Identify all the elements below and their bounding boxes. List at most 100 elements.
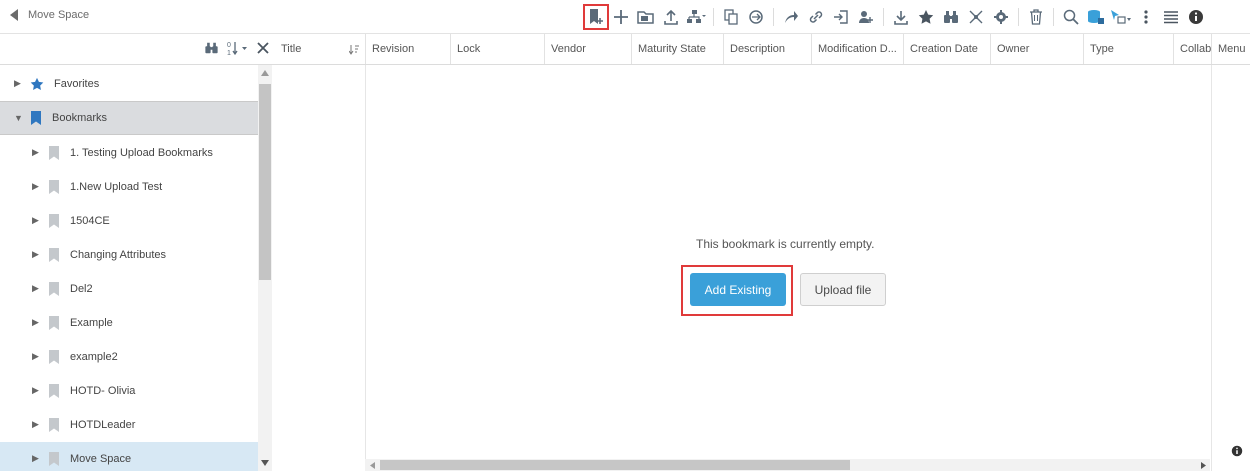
- tree-item-label: 1. Testing Upload Bookmarks: [70, 146, 213, 159]
- tools-button[interactable]: [965, 6, 987, 28]
- settings-button[interactable]: [990, 6, 1012, 28]
- column-description[interactable]: Description: [723, 34, 811, 64]
- share-icon: [785, 11, 798, 23]
- column-modification-date[interactable]: Modification D...: [811, 34, 903, 64]
- tree-item-example2[interactable]: ▶ example2: [0, 340, 275, 373]
- svg-text:0: 0: [227, 42, 231, 49]
- sync-button[interactable]: [745, 6, 767, 28]
- info-button[interactable]: [1185, 6, 1207, 28]
- horizontal-scrollbar-thumb[interactable]: [380, 460, 850, 470]
- star-icon: [30, 77, 44, 90]
- tree-close-button[interactable]: [257, 42, 269, 57]
- share-button[interactable]: [780, 6, 802, 28]
- toolbar-divider: [773, 8, 774, 26]
- expand-icon[interactable]: ▶: [32, 283, 42, 294]
- scroll-right-icon[interactable]: [1201, 462, 1206, 469]
- column-type[interactable]: Type: [1083, 34, 1173, 64]
- column-creation-date-label: Creation Date: [910, 43, 978, 55]
- tree-item-1-testing-upload-bookmarks[interactable]: ▶ 1. Testing Upload Bookmarks: [0, 136, 275, 169]
- column-menu-label: Menu: [1218, 43, 1246, 55]
- tree-item-1-new-upload-test[interactable]: ▶ 1.New Upload Test: [0, 170, 275, 203]
- tree-sort-button[interactable]: 01: [227, 40, 249, 59]
- expand-icon[interactable]: ▶: [14, 78, 24, 89]
- delete-button[interactable]: [1025, 6, 1047, 28]
- add-bookmark-button[interactable]: [583, 4, 609, 30]
- back-label: Move Space: [28, 9, 90, 21]
- tree-item-changing-attributes[interactable]: ▶ Changing Attributes: [0, 238, 275, 271]
- upload-file-button[interactable]: Upload file: [800, 273, 886, 306]
- add-button[interactable]: [610, 6, 632, 28]
- close-icon: [257, 42, 269, 54]
- info-button[interactable]: [1231, 445, 1243, 460]
- users-icon: [859, 11, 873, 23]
- bookmark-icon: [49, 349, 59, 364]
- expand-icon[interactable]: ▶: [32, 147, 42, 158]
- upload-button[interactable]: [660, 6, 682, 28]
- search-button[interactable]: [1060, 6, 1082, 28]
- expand-icon[interactable]: ▶: [32, 249, 42, 260]
- expand-icon[interactable]: ▶: [32, 351, 42, 362]
- list-view-button[interactable]: [1160, 6, 1182, 28]
- select-icon: [1111, 10, 1131, 24]
- sort-icon[interactable]: [349, 44, 359, 55]
- column-vendor[interactable]: Vendor: [544, 34, 631, 64]
- column-title[interactable]: Title: [275, 34, 365, 64]
- column-maturity-state[interactable]: Maturity State: [631, 34, 723, 64]
- column-owner[interactable]: Owner: [990, 34, 1083, 64]
- expand-icon[interactable]: ▶: [32, 317, 42, 328]
- tree-search-button[interactable]: [204, 41, 219, 58]
- expand-icon[interactable]: ▶: [32, 385, 42, 396]
- column-lock[interactable]: Lock: [450, 34, 544, 64]
- users-button[interactable]: [855, 6, 877, 28]
- column-menu[interactable]: Menu: [1211, 34, 1250, 64]
- column-creation-date[interactable]: Creation Date: [903, 34, 990, 64]
- scroll-down-icon[interactable]: [261, 460, 269, 466]
- structure-button[interactable]: [685, 6, 707, 28]
- download-icon: [894, 11, 908, 25]
- svg-text:1: 1: [227, 50, 231, 56]
- tree-item-del2[interactable]: ▶ Del2: [0, 272, 275, 305]
- tree-item-example[interactable]: ▶ Example: [0, 306, 275, 339]
- link-button[interactable]: [805, 6, 827, 28]
- tree-item-bookmarks[interactable]: ▼ Bookmarks: [0, 101, 258, 135]
- find-button[interactable]: [940, 6, 962, 28]
- trash-icon: [1030, 9, 1042, 25]
- expand-icon[interactable]: ▶: [32, 419, 42, 430]
- back-button[interactable]: Move Space: [10, 9, 89, 21]
- tree-item-1504ce[interactable]: ▶ 1504CE: [0, 204, 275, 237]
- collaboration-button[interactable]: [1085, 6, 1107, 28]
- bookmark-icon: [49, 247, 59, 262]
- copy-button[interactable]: [720, 6, 742, 28]
- select-button[interactable]: [1110, 6, 1132, 28]
- scroll-up-icon[interactable]: [261, 70, 269, 76]
- collapse-icon[interactable]: ▼: [14, 113, 24, 123]
- bookmark-icon: [49, 417, 59, 432]
- add-folder-button[interactable]: [635, 6, 657, 28]
- scroll-left-icon[interactable]: [370, 462, 375, 469]
- tree-item-move-space[interactable]: ▶ Move Space: [0, 442, 258, 471]
- expand-icon[interactable]: ▶: [32, 453, 42, 464]
- tree-scrollbar-thumb[interactable]: [259, 84, 271, 280]
- tree-item-label: 1504CE: [70, 214, 110, 227]
- toolbar-divider: [1018, 8, 1019, 26]
- expand-icon[interactable]: ▶: [32, 181, 42, 192]
- tree-item-label: 1.New Upload Test: [70, 180, 163, 193]
- more-icon: [1144, 10, 1148, 24]
- tree-item-label: Example: [70, 316, 113, 329]
- download-button[interactable]: [890, 6, 912, 28]
- favorite-button[interactable]: [915, 6, 937, 28]
- tree-item-hotd-olivia[interactable]: ▶ HOTD- Olivia: [0, 374, 275, 407]
- sort-icon: 01: [227, 42, 247, 57]
- more-button[interactable]: [1135, 6, 1157, 28]
- column-revision[interactable]: Revision: [365, 34, 450, 64]
- bookmark-icon: [49, 145, 59, 160]
- list-icon: [1164, 11, 1178, 24]
- tree-item-favorites[interactable]: ▶ Favorites: [0, 67, 258, 100]
- column-lock-label: Lock: [457, 43, 481, 55]
- import-button[interactable]: [830, 6, 852, 28]
- expand-icon[interactable]: ▶: [32, 215, 42, 226]
- column-collaboration[interactable]: Collabo: [1173, 34, 1211, 64]
- add-existing-button[interactable]: Add Existing: [690, 273, 786, 306]
- bookmark-icon: [49, 451, 59, 466]
- tree-item-hotdleader[interactable]: ▶ HOTDLeader: [0, 408, 275, 441]
